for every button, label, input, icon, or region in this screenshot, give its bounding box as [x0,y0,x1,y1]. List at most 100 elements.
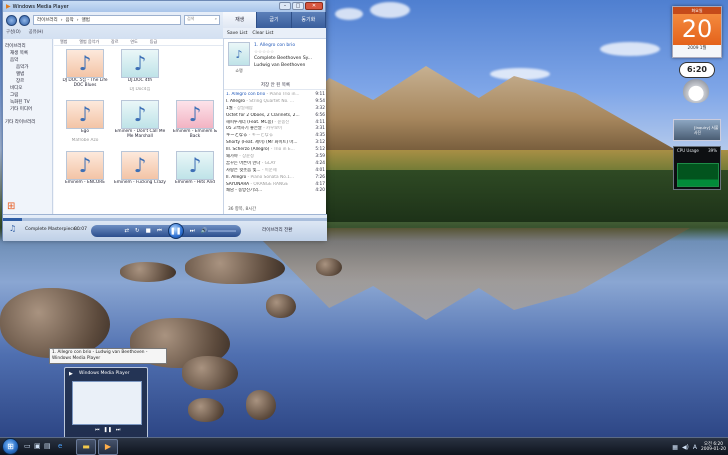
visualization-icon[interactable]: ♫ [9,224,16,233]
thumbnail-next-icon[interactable]: ⏭ [116,427,121,433]
playlist-row[interactable]: 쾌남 - 동방신기의... 4:20 [226,188,325,195]
previous-icon[interactable]: ⏮ [157,228,162,235]
playlist-row[interactable]: 1월 - 장일해팝 3:32 [226,106,325,113]
tab-play[interactable]: 재생 [223,12,258,28]
sidebar-item-recorded-tv[interactable]: 녹화된 TV [5,99,50,106]
media-player-window[interactable]: ▶ Windows Media Player – □ ✕ 라이브러리 › 음악 › … [2,0,327,241]
sidebar-item-other-media[interactable]: 기타 미디어 [5,106,50,113]
network-icon[interactable]: ▦ [672,444,678,451]
music-note-icon[interactable]: ♪ [176,151,214,180]
save-list-button[interactable]: Save List [227,31,247,36]
album-art-icon[interactable]: ♪ [228,42,250,66]
music-note-icon[interactable]: ♪ [66,151,104,180]
album-tile[interactable]: ♪ Eminem - Eminem & Back [170,100,220,148]
album-tile[interactable]: ♪ Eminem - Don't Call Me Me Marshall [115,100,165,148]
playlist-row[interactable]: II. Allegro - Piano Sonata No.1... 7:26 [226,175,325,182]
explorer-icon[interactable]: ▤ [44,442,51,450]
playlist-row[interactable]: III. Scherzo (Allegro) - Trio in E... 5:1… [226,147,325,154]
music-note-icon[interactable]: ♪ [176,100,214,129]
album-tile[interactable]: ♪ DJ DOC 5집 - The Life DOC Blues [60,49,110,97]
sidebar-item-pictures[interactable]: 그림 [5,92,50,99]
album-tile[interactable]: ♪ DJ.DOC 4th DJ Doc4집 [115,49,165,97]
playlist-row[interactable]: I. Allegro - String Quartet No. ... 9:54 [226,99,325,106]
repeat-icon[interactable]: ↻ [135,228,140,234]
album-tile[interactable]: ♪ Eminem - ENCORE [60,151,110,199]
album-tile[interactable]: ♪ Eminem - Fucking Crazy [114,151,166,199]
music-note-icon[interactable]: ♪ [121,151,159,180]
share-menu[interactable]: 공유(H) [29,29,44,35]
column-header[interactable]: 앨범 [60,39,67,45]
music-note-icon[interactable]: ♪ [121,100,159,129]
internet-explorer-icon[interactable]: e [58,442,62,450]
sidebar-item-genre[interactable]: 장르 [5,78,50,85]
switch-windows-icon[interactable]: ▣ [34,442,41,450]
thumbnail-pause-icon[interactable]: ❚❚ [104,427,112,433]
playlist-row[interactable]: Shorty (Feat. 제이) (Mr 화이트) 마... 3:12 [226,140,325,147]
sidebar-item-video[interactable]: 비디오 [5,85,50,92]
album-tile[interactable]: ♪ Ego Mafrobe Azo [60,100,110,148]
search-input[interactable]: 검색 ⌕ [184,15,220,25]
breadcrumb-item[interactable]: 앨범 [82,17,90,23]
taskbar-media-player-button[interactable]: ▶ [98,439,118,455]
minimize-button[interactable]: – [279,2,291,10]
pause-button[interactable]: ❚❚ [167,223,184,239]
calendar-gadget[interactable]: 화요일 20 2009 1월 [672,6,722,58]
sidebar-item-artist[interactable]: 음악가 [5,64,50,71]
switch-to-library-button[interactable]: 라이브러리 전환 [262,227,292,233]
playlist-row[interactable]: SAYONARA - ORANGE RANGE 4:17 [226,182,325,189]
music-note-icon[interactable]: ♪ [66,49,104,78]
back-button[interactable] [6,15,17,26]
playlist-row[interactable]: 05 고백하기 좋은날 - 카우보이 3:31 [226,126,325,133]
album-title: Eminem - Eminem & Back [172,128,218,139]
sidebar-item-playlists[interactable]: 재생 목록 [5,50,50,57]
column-header[interactable]: 앨범 음악가 [79,39,99,45]
sidebar-item-album[interactable]: 앨범 [5,71,50,78]
maximize-button[interactable]: □ [292,2,304,10]
playlist-row[interactable]: 사랑은 헛웃음 빛... - 이문세 4:01 [226,168,325,175]
breadcrumb-item[interactable]: 라이브러리 [37,17,58,23]
slideshow-gadget[interactable]: [Inquiry] 서울 사진 [673,119,721,141]
taskbar-thumbnail[interactable]: ▶ Windows Media Player ⏮ ❚❚ ⏭ [64,367,148,439]
forward-button[interactable] [19,15,30,26]
show-desktop-icon[interactable]: ▭ [24,442,31,450]
mute-icon[interactable]: 🔊 [201,228,208,234]
breadcrumb[interactable]: 라이브러리 › 음악 › 앨범 [33,15,181,25]
tab-sync[interactable]: 동기화 [292,12,326,28]
clear-list-button[interactable]: Clear List [252,31,273,36]
breadcrumb-item[interactable]: 음악 [66,17,74,23]
album-tile[interactable]: ♪ Eminem - Hits And [170,151,220,199]
playlist-row[interactable]: 왜가야 - 장윤정 3:59 [226,154,325,161]
next-icon[interactable]: ⏭ [190,228,195,235]
column-header[interactable]: 장르 [111,39,118,45]
sidebar-item-library[interactable]: 라이브러리 [5,43,50,50]
sidebar-item-music[interactable]: 음악 [5,57,50,64]
windows-logo-icon[interactable]: ⊞ [7,201,15,212]
sidebar-item-other-libraries[interactable]: 기타 라이브러리 [5,119,50,126]
column-header[interactable]: 연도 [130,39,137,45]
column-header[interactable]: 등급 [150,39,157,45]
start-button[interactable]: ⊞ [2,438,19,455]
playlist-row[interactable]: キーとなる - キーとなる 4:35 [226,133,325,140]
thumbnail-previous-icon[interactable]: ⏮ [95,427,100,433]
playlist-row[interactable]: 꿈꾸는 어른이 만나 - GLAY 4:24 [226,161,325,168]
playlist-row[interactable]: 1. Allegro con brio - Piano Trio in... 9:… [226,92,325,99]
cpu-meter-gadget[interactable]: CPU Usage 39% [673,146,721,190]
volume-slider[interactable] [208,230,236,232]
tab-burn[interactable]: 굽기 [257,12,292,28]
music-note-icon[interactable]: ♪ [66,100,104,129]
seek-bar[interactable] [3,218,327,221]
playlist-row[interactable]: Octet for 2 Oboes, 2 Clarinets, 2... 6:56 [226,113,325,120]
clock-gadget[interactable]: 6:20 [679,62,715,106]
playlist-row[interactable]: 해피투게더 (Feat. MC몽) - 윤종신 4:11 [226,120,325,127]
taskbar-folder-button[interactable]: ▬ [76,439,96,455]
music-note-icon[interactable]: ♪ [121,49,159,78]
stop-icon[interactable]: ■ [146,228,151,234]
close-button[interactable]: ✕ [305,2,323,10]
shuffle-icon[interactable]: ⇄ [124,228,129,234]
title-bar[interactable]: ▶ Windows Media Player – □ ✕ [3,1,325,12]
tray-clock[interactable]: 오전 6:20 2009-01-20 [701,442,726,453]
language-icon[interactable]: A [693,444,697,451]
volume-icon[interactable]: ◀) [682,444,689,451]
organize-menu[interactable]: 구성(O) [6,29,21,35]
track-duration: 4:01 [315,167,325,173]
